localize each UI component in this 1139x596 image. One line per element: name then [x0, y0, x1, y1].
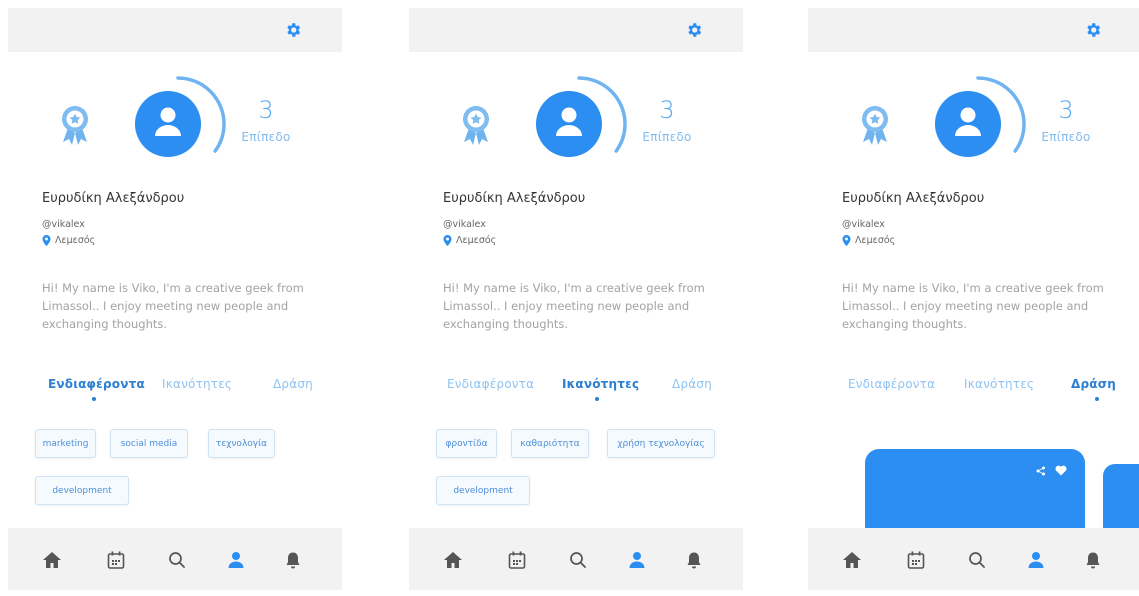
chip-technology-use[interactable]: χρήση τεχνολογίας — [607, 429, 715, 458]
chip-care[interactable]: φροντίδα — [436, 429, 497, 458]
location-label: Λεμεσός — [55, 235, 96, 246]
top-bar — [409, 8, 743, 52]
chip-social-media[interactable]: social media — [110, 429, 188, 458]
search-icon[interactable] — [568, 550, 588, 570]
map-pin-icon — [42, 235, 51, 246]
bottom-nav — [409, 528, 743, 590]
active-tab-indicator — [1095, 397, 1099, 401]
level-label: Επίπεδο — [241, 130, 291, 144]
map-pin-icon — [443, 235, 452, 246]
home-icon[interactable] — [42, 550, 62, 570]
bell-icon[interactable] — [1083, 550, 1103, 570]
chip-technology[interactable]: τεχνολογία — [208, 429, 275, 458]
level-label: Επίπεδο — [642, 130, 692, 144]
tab-skills[interactable]: Ικανότητες — [964, 377, 1034, 391]
profile-location: Λεμεσός — [842, 235, 895, 246]
map-pin-icon — [842, 235, 851, 246]
avatar-level-ring[interactable] — [529, 74, 629, 174]
profile-location: Λεμεσός — [42, 235, 95, 246]
profile-bio: Hi! My name is Viko, I'm a creative geek… — [42, 281, 304, 331]
gear-icon[interactable] — [1084, 21, 1102, 39]
calendar-icon[interactable] — [906, 550, 926, 570]
profile-bio: Hi! My name is Viko, I'm a creative geek… — [842, 281, 1104, 331]
top-bar — [8, 8, 342, 52]
location-label: Λεμεσός — [456, 235, 497, 246]
chip-marketing[interactable]: marketing — [35, 429, 96, 458]
profile-name: Ευρυδίκη Αλεξάνδρου — [443, 191, 586, 206]
chip-development[interactable]: development — [436, 476, 530, 505]
top-bar — [808, 8, 1139, 52]
bell-icon[interactable] — [283, 550, 303, 570]
profile-handle: @vikalex — [842, 219, 885, 230]
gear-icon[interactable] — [284, 21, 302, 39]
profile-icon[interactable] — [1026, 550, 1046, 570]
heart-icon[interactable] — [1055, 465, 1067, 476]
share-icon[interactable] — [1036, 466, 1046, 476]
profile-icon[interactable] — [226, 550, 246, 570]
tab-action[interactable]: Δράση — [273, 377, 313, 391]
calendar-icon[interactable] — [507, 550, 527, 570]
tab-skills[interactable]: Ικανότητες — [562, 377, 639, 391]
active-tab-indicator — [92, 397, 96, 401]
bottom-nav — [8, 528, 342, 590]
level-label: Επίπεδο — [1041, 130, 1091, 144]
chip-cleanliness[interactable]: καθαριότητα — [511, 429, 589, 458]
profile-handle: @vikalex — [42, 219, 85, 230]
tab-interests[interactable]: Ενδιαφέροντα — [48, 377, 145, 391]
home-icon[interactable] — [842, 550, 862, 570]
tab-interests[interactable]: Ενδιαφέροντα — [848, 377, 935, 391]
action-card[interactable] — [865, 449, 1085, 539]
bell-icon[interactable] — [684, 550, 704, 570]
level-number: 3 — [1058, 96, 1074, 124]
profile-name: Ευρυδίκη Αλεξάνδρου — [842, 191, 985, 206]
level-number: 3 — [258, 96, 274, 124]
profile-location: Λεμεσός — [443, 235, 496, 246]
avatar-level-ring[interactable] — [128, 74, 228, 174]
search-icon[interactable] — [167, 550, 187, 570]
bottom-nav — [808, 528, 1139, 590]
profile-handle: @vikalex — [443, 219, 486, 230]
tab-skills[interactable]: Ικανότητες — [162, 377, 232, 391]
profile-bio: Hi! My name is Viko, I'm a creative geek… — [443, 281, 705, 331]
award-ribbon-icon — [862, 106, 888, 145]
profile-name: Ευρυδίκη Αλεξάνδρου — [42, 191, 185, 206]
calendar-icon[interactable] — [106, 550, 126, 570]
profile-screen-action: 3 Επίπεδο Ευρυδίκη Αλεξάνδρου @vikalex Λ… — [808, 8, 1139, 590]
tab-action[interactable]: Δράση — [1071, 377, 1116, 391]
level-number: 3 — [659, 96, 675, 124]
tab-action[interactable]: Δράση — [672, 377, 712, 391]
avatar-level-ring[interactable] — [928, 74, 1028, 174]
gear-icon[interactable] — [685, 21, 703, 39]
profile-screen-interests: 3 Επίπεδο Ευρυδίκη Αλεξάνδρου @vikalex Λ… — [8, 8, 342, 590]
search-icon[interactable] — [967, 550, 987, 570]
home-icon[interactable] — [443, 550, 463, 570]
profile-icon[interactable] — [627, 550, 647, 570]
award-ribbon-icon — [62, 106, 88, 145]
award-ribbon-icon — [463, 106, 489, 145]
profile-screen-skills: 3 Επίπεδο Ευρυδίκη Αλεξάνδρου @vikalex Λ… — [409, 8, 743, 590]
active-tab-indicator — [595, 397, 599, 401]
chip-development[interactable]: development — [35, 476, 129, 505]
location-label: Λεμεσός — [855, 235, 896, 246]
tab-interests[interactable]: Ενδιαφέροντα — [447, 377, 534, 391]
